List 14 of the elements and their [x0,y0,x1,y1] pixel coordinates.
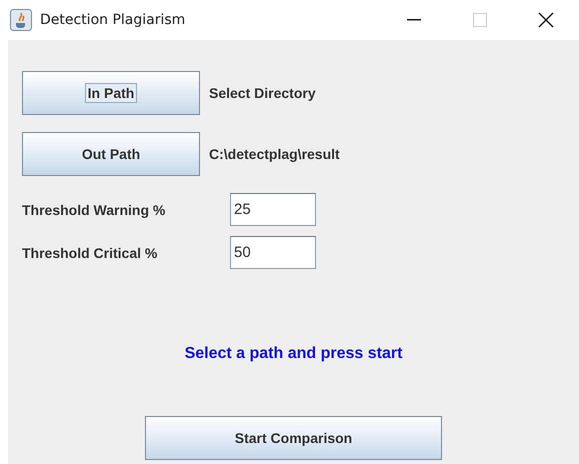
threshold-field[interactable]: 25 [230,193,316,226]
path-button[interactable]: In Path [22,71,200,115]
close-icon[interactable] [538,12,554,28]
window-title: Detection Plagiarism [40,12,186,28]
start-comparison-button[interactable]: Start Comparison [145,416,442,460]
path-label: Select Directory [209,85,316,101]
minimize-icon[interactable] [407,19,421,21]
path-label: C:\detectplag\result [209,146,340,162]
path-button[interactable]: Out Path [22,132,200,176]
threshold-label: Threshold Critical % [22,244,158,260]
java-cup-icon [10,9,32,31]
status-message: Select a path and press start [184,345,402,363]
threshold-field[interactable]: 50 [230,236,316,269]
threshold-label: Threshold Warning % [22,202,166,218]
